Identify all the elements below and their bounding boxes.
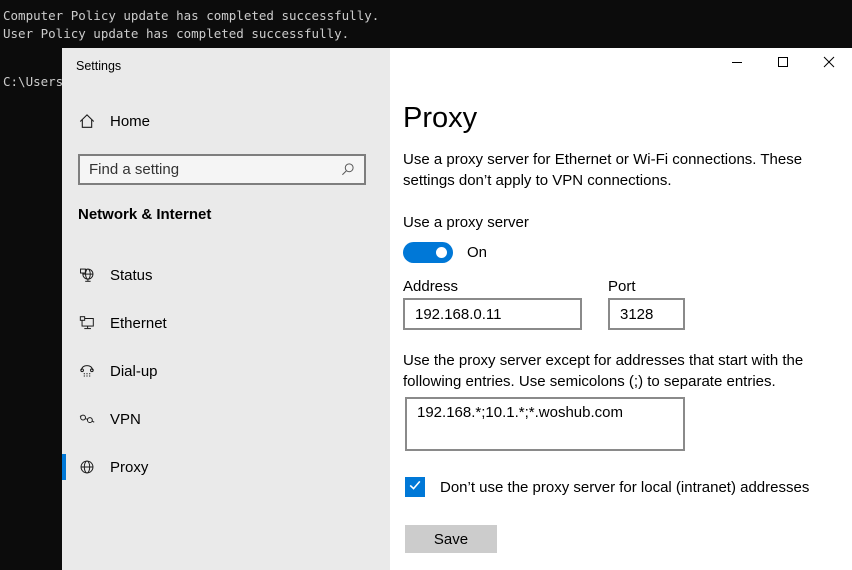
sidebar-item-label: VPN [110, 411, 141, 428]
sidebar-item-dialup[interactable]: Dial-up [62, 347, 390, 395]
sidebar: Home Network & Internet [62, 48, 390, 570]
status-icon [78, 266, 96, 284]
exceptions-field[interactable]: 192.168.*;10.1.*;*.woshub.com [405, 397, 685, 451]
address-label: Address [403, 278, 458, 295]
sidebar-item-label: Proxy [110, 459, 148, 476]
window-controls [714, 48, 852, 80]
exceptions-description: Use the proxy server except for addresse… [403, 350, 852, 392]
local-addresses-checkbox[interactable] [405, 477, 425, 497]
window-title: Settings [76, 59, 121, 73]
sidebar-item-home[interactable]: Home [78, 112, 150, 130]
sidebar-item-proxy[interactable]: Proxy [62, 443, 390, 491]
page-title: Proxy [403, 99, 477, 137]
port-field[interactable] [608, 298, 685, 330]
dialup-icon [78, 362, 96, 380]
sidebar-section-header: Network & Internet [78, 206, 211, 223]
sidebar-home-label: Home [110, 113, 150, 130]
close-icon [823, 55, 835, 73]
toggle-state-label: On [467, 244, 487, 261]
use-proxy-server-toggle[interactable] [403, 242, 453, 263]
search-box [78, 154, 366, 185]
address-field[interactable] [403, 298, 582, 330]
sidebar-item-ethernet[interactable]: Ethernet [62, 299, 390, 347]
close-button[interactable] [806, 48, 852, 80]
local-addresses-row: Don’t use the proxy server for local (in… [405, 477, 809, 497]
vpn-icon [78, 410, 96, 428]
minimize-button[interactable] [714, 48, 760, 80]
use-proxy-server-label: Use a proxy server [403, 214, 529, 231]
sidebar-item-label: Ethernet [110, 315, 167, 332]
ethernet-icon [78, 314, 96, 332]
maximize-icon [777, 55, 789, 73]
toggle-knob [436, 247, 447, 258]
console-prompt: C:\Users [3, 74, 63, 89]
sidebar-item-label: Status [110, 267, 153, 284]
page-description: Use a proxy server for Ethernet or Wi-Fi… [403, 149, 851, 191]
checkmark-icon [407, 477, 423, 498]
settings-window: Settings Home [62, 48, 852, 570]
sidebar-item-status[interactable]: Status [62, 251, 390, 299]
proxy-settings-panel: Proxy Use a proxy server for Ethernet or… [390, 48, 852, 570]
proxy-icon [78, 458, 96, 476]
minimize-icon [731, 55, 743, 73]
maximize-button[interactable] [760, 48, 806, 80]
search-input[interactable] [80, 161, 339, 178]
local-addresses-label: Don’t use the proxy server for local (in… [440, 479, 809, 496]
selection-accent-bar [62, 454, 66, 480]
home-icon [78, 112, 96, 130]
console-output: Computer Policy update has completed suc… [3, 7, 379, 43]
sidebar-item-vpn[interactable]: VPN [62, 395, 390, 443]
sidebar-nav: Status Ethernet [62, 251, 390, 491]
search-icon[interactable] [339, 161, 364, 178]
port-label: Port [608, 278, 636, 295]
save-button[interactable]: Save [405, 525, 497, 553]
sidebar-item-label: Dial-up [110, 363, 158, 380]
